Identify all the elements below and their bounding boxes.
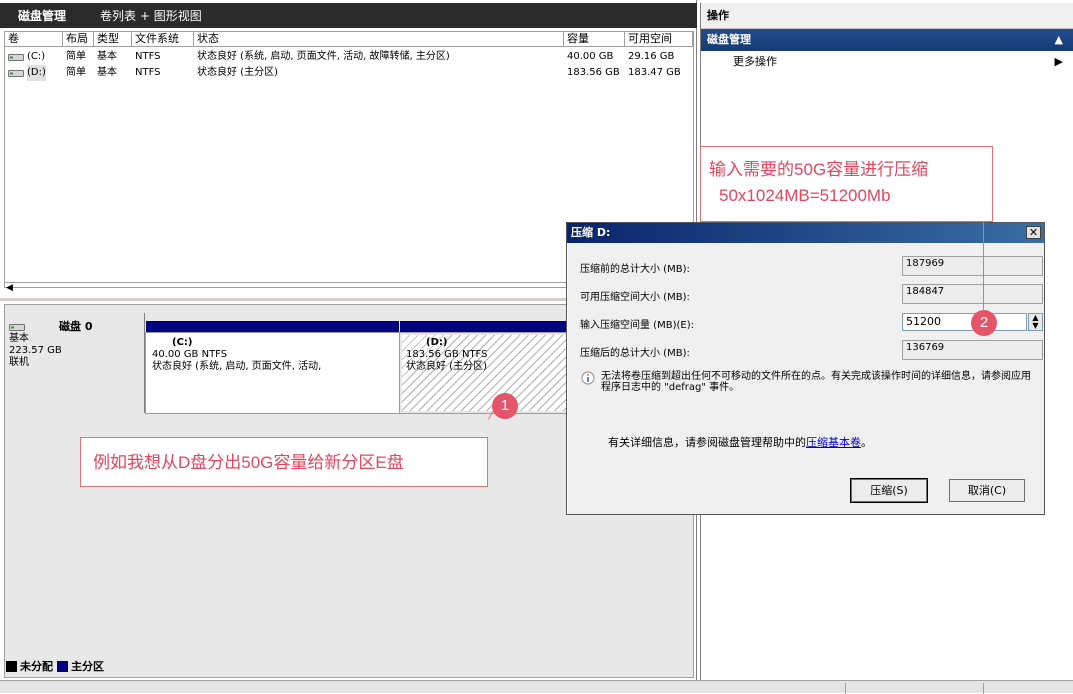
partition-status: 状态良好 (系统, 启动, 页面文件, 活动, xyxy=(152,361,322,372)
view-title: 磁盘管理 xyxy=(18,9,67,23)
disk-size: 223.57 GB xyxy=(9,345,62,356)
volume-list-header: 卷 布局 类型 文件系统 状态 容量 可用空间 xyxy=(5,32,693,47)
volume-name: (D:) xyxy=(27,65,46,81)
disk-type: 基本 xyxy=(9,333,29,344)
scroll-left-icon[interactable]: ◀ xyxy=(6,283,13,293)
info-icon xyxy=(581,371,595,385)
disk-info[interactable]: 磁盘 0 基本 223.57 GB 联机 xyxy=(5,313,145,413)
help-text: 有关详细信息，请参阅磁盘管理帮助中的压缩基本卷。 xyxy=(608,436,872,449)
submenu-arrow-icon: ▶ xyxy=(1054,55,1063,68)
field-label: 压缩后的总计大小 (MB): xyxy=(580,348,690,359)
column-header-type[interactable]: 类型 xyxy=(94,32,132,46)
disk-state: 联机 xyxy=(9,357,29,368)
field-label: 可用压缩空间大小 (MB): xyxy=(580,292,690,303)
column-header-layout[interactable]: 布局 xyxy=(63,32,94,46)
field-available-shrink: 可用压缩空间大小 (MB): 184847 xyxy=(580,284,1043,306)
volume-capacity: 40.00 GB xyxy=(567,51,614,62)
dialog-title: 压缩 D: xyxy=(571,226,611,239)
status-bar xyxy=(0,680,1073,694)
annotation-note-1: 例如我想从D盘分出50G容量给新分区E盘 xyxy=(80,437,488,487)
disk-icon xyxy=(9,324,25,331)
volume-type: 基本 xyxy=(97,67,117,78)
total-after-value: 136769 xyxy=(902,340,1043,360)
drive-icon xyxy=(8,69,24,77)
shrink-dialog: 压缩 D: ✕ 压缩前的总计大小 (MB): 187969 可用压缩空间大小 (… xyxy=(566,222,1045,515)
available-shrink-value: 184847 xyxy=(902,284,1043,304)
annotation-leader-line xyxy=(983,222,984,310)
partition-d[interactable]: (D:) 183.56 GB NTFS 状态良好 (主分区) xyxy=(399,321,571,414)
shrink-button[interactable]: 压缩(S) xyxy=(850,478,928,503)
shrink-amount-stepper[interactable]: ▲ ▼ xyxy=(1028,313,1043,331)
shrink-basic-volume-link[interactable]: 压缩基本卷 xyxy=(806,436,861,449)
table-row[interactable]: (D:) 简单 基本 NTFS 状态良好 (主分区) 183.56 GB 183… xyxy=(5,65,693,81)
view-mode: 卷列表 + 图形视图 xyxy=(100,9,202,23)
cancel-button[interactable]: 取消(C) xyxy=(949,479,1025,502)
volume-free-space: 29.16 GB xyxy=(628,51,675,62)
field-label: 输入压缩空间量 (MB)(E): xyxy=(580,320,694,331)
total-before-value: 187969 xyxy=(902,256,1043,276)
legend-primary-swatch xyxy=(57,660,68,672)
annotation-badge-2: 2 xyxy=(971,310,997,336)
column-header-capacity[interactable]: 容量 xyxy=(564,32,625,46)
field-total-before: 压缩前的总计大小 (MB): 187969 xyxy=(580,256,1043,278)
volume-filesystem: NTFS xyxy=(135,51,161,62)
more-actions-item[interactable]: 更多操作 ▶ xyxy=(701,51,1073,73)
legend-primary: 主分区 xyxy=(71,660,104,673)
status-bar-segment xyxy=(845,683,981,694)
legend: 未分配 主分区 xyxy=(6,658,104,674)
column-header-free-space[interactable]: 可用空间 xyxy=(625,32,693,46)
shrink-amount-input[interactable]: 51200 xyxy=(902,313,1027,331)
column-header-filesystem[interactable]: 文件系统 xyxy=(132,32,194,46)
info-message: 无法将卷压缩到超出任何不可移动的文件所在的点。有关完成该操作时间的详细信息，请参… xyxy=(581,371,1031,393)
partition-status: 状态良好 (主分区) xyxy=(406,361,487,372)
volume-layout: 简单 xyxy=(66,51,86,62)
volume-status: 状态良好 (主分区) xyxy=(197,67,278,78)
annotation-badge-1: 1 xyxy=(492,393,518,419)
disk-name: 磁盘 0 xyxy=(59,320,93,333)
volume-status: 状态良好 (系统, 启动, 页面文件, 活动, 故障转储, 主分区) xyxy=(197,51,450,62)
collapse-arrow-icon[interactable]: ▲ xyxy=(1055,29,1063,51)
volume-capacity: 183.56 GB xyxy=(567,67,620,78)
partition-name: (C:) xyxy=(172,337,193,348)
partition-bar xyxy=(400,321,570,333)
legend-unallocated: 未分配 xyxy=(20,660,53,673)
field-total-after: 压缩后的总计大小 (MB): 136769 xyxy=(580,340,1043,362)
drive-icon xyxy=(8,53,24,61)
field-label: 压缩前的总计大小 (MB): xyxy=(580,264,690,275)
column-header-status[interactable]: 状态 xyxy=(194,32,564,46)
table-row[interactable]: (C:) 简单 基本 NTFS 状态良好 (系统, 启动, 页面文件, 活动, … xyxy=(5,49,693,65)
partition-name: (D:) xyxy=(426,337,448,348)
partition-c[interactable]: (C:) 40.00 GB NTFS 状态良好 (系统, 启动, 页面文件, 活… xyxy=(145,321,400,414)
partition-size: 183.56 GB NTFS xyxy=(406,349,488,360)
volume-layout: 简单 xyxy=(66,67,86,78)
dialog-titlebar[interactable]: 压缩 D: ✕ xyxy=(567,223,1044,243)
volume-type: 基本 xyxy=(97,51,117,62)
view-header: 磁盘管理 卷列表 + 图形视图 xyxy=(0,3,697,28)
partition-size: 40.00 GB NTFS xyxy=(152,349,228,360)
volume-free-space: 183.47 GB xyxy=(628,67,681,78)
volume-filesystem: NTFS xyxy=(135,67,161,78)
actions-section-disk-management[interactable]: 磁盘管理 ▲ xyxy=(701,29,1073,51)
partition-bar xyxy=(146,321,399,333)
status-bar-segment xyxy=(983,683,1073,694)
volume-name: (C:) xyxy=(27,51,46,62)
annotation-note-2: 输入需要的50G容量进行压缩 50x1024MB=51200Mb xyxy=(700,146,993,222)
close-icon[interactable]: ✕ xyxy=(1026,226,1041,239)
actions-header: 操作 xyxy=(701,3,1073,29)
legend-unallocated-swatch xyxy=(6,660,17,672)
column-header-volume[interactable]: 卷 xyxy=(5,32,63,46)
